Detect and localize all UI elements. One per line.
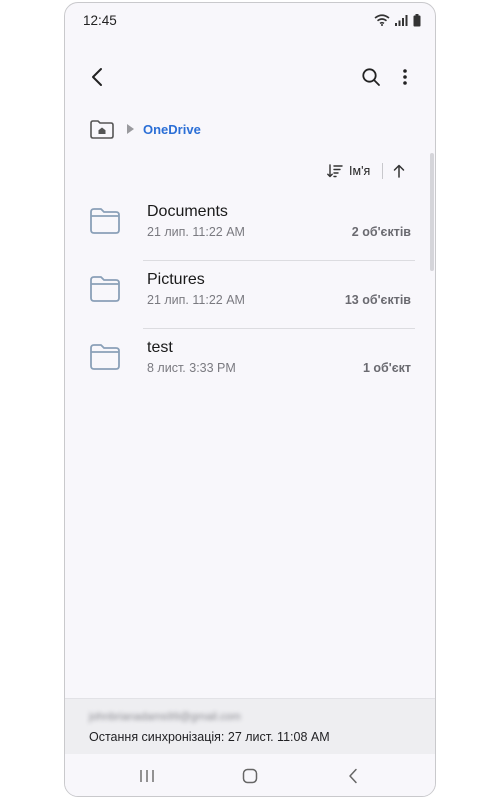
folder-date: 21 лип. 11:22 AM xyxy=(147,225,245,239)
folder-item-count: 2 об'єктів xyxy=(351,225,411,239)
back-button[interactable] xyxy=(79,59,115,95)
navigation-bar xyxy=(65,754,435,796)
system-back-button[interactable] xyxy=(335,762,371,790)
home-icon xyxy=(90,120,114,139)
status-time: 12:45 xyxy=(83,13,117,28)
folder-date: 8 лист. 3:33 PM xyxy=(147,361,236,375)
sync-footer: johnbrianadams99@gmail.com Остання синхр… xyxy=(65,698,435,755)
sort-direction-button[interactable] xyxy=(393,164,405,178)
last-sync-text: Остання синхронізація: 27 лист. 11:08 AM xyxy=(89,730,330,744)
breadcrumb: OneDrive xyxy=(89,115,201,143)
battery-icon xyxy=(413,13,421,26)
wifi-icon xyxy=(374,14,390,26)
search-button[interactable] xyxy=(353,59,389,95)
more-vertical-icon xyxy=(403,69,407,85)
folder-row-documents[interactable]: Documents 21 лип. 11:22 AM 2 об'єктів xyxy=(65,193,435,261)
chevron-left-icon xyxy=(349,768,357,784)
sort-by-button[interactable]: Ім'я xyxy=(327,164,370,178)
folder-item-count: 1 об'єкт xyxy=(362,361,411,375)
folder-row-test[interactable]: test 8 лист. 3:33 PM 1 об'єкт xyxy=(65,329,435,397)
folder-name: test xyxy=(147,339,173,356)
folder-icon xyxy=(90,208,120,234)
sort-bar: Ім'я xyxy=(327,157,405,185)
more-options-button[interactable] xyxy=(387,59,423,95)
app-bar xyxy=(65,55,435,99)
sort-label: Ім'я xyxy=(349,164,371,178)
home-button[interactable] xyxy=(232,762,268,790)
folder-name: Documents xyxy=(147,203,228,220)
arrow-up-icon xyxy=(393,164,405,178)
account-email: johnbrianadams99@gmail.com xyxy=(89,711,241,723)
breadcrumb-current[interactable]: OneDrive xyxy=(143,122,201,137)
folder-date: 21 лип. 11:22 AM xyxy=(147,293,245,307)
status-icons xyxy=(374,13,421,27)
sort-icon xyxy=(327,164,343,178)
folder-name: Pictures xyxy=(147,271,205,288)
folder-icon xyxy=(90,276,120,302)
status-bar: 12:45 xyxy=(65,3,435,37)
signal-icon xyxy=(395,15,408,26)
phone-frame: 12:45 OneDrive Ім'я Documents 21 лип. 11… xyxy=(64,2,436,797)
recent-apps-button[interactable] xyxy=(129,762,165,790)
back-arrow-icon xyxy=(92,68,102,86)
folder-row-pictures[interactable]: Pictures 21 лип. 11:22 AM 13 об'єктів xyxy=(65,261,435,329)
file-list: Documents 21 лип. 11:22 AM 2 об'єктів Pi… xyxy=(65,193,435,397)
folder-icon xyxy=(90,344,120,370)
breadcrumb-home[interactable] xyxy=(89,118,115,140)
sort-divider xyxy=(382,163,384,179)
search-icon xyxy=(362,68,380,86)
folder-item-count: 13 об'єктів xyxy=(344,293,411,307)
recent-apps-icon xyxy=(140,770,154,782)
breadcrumb-separator-icon xyxy=(127,124,134,134)
home-circle-icon xyxy=(242,768,258,784)
